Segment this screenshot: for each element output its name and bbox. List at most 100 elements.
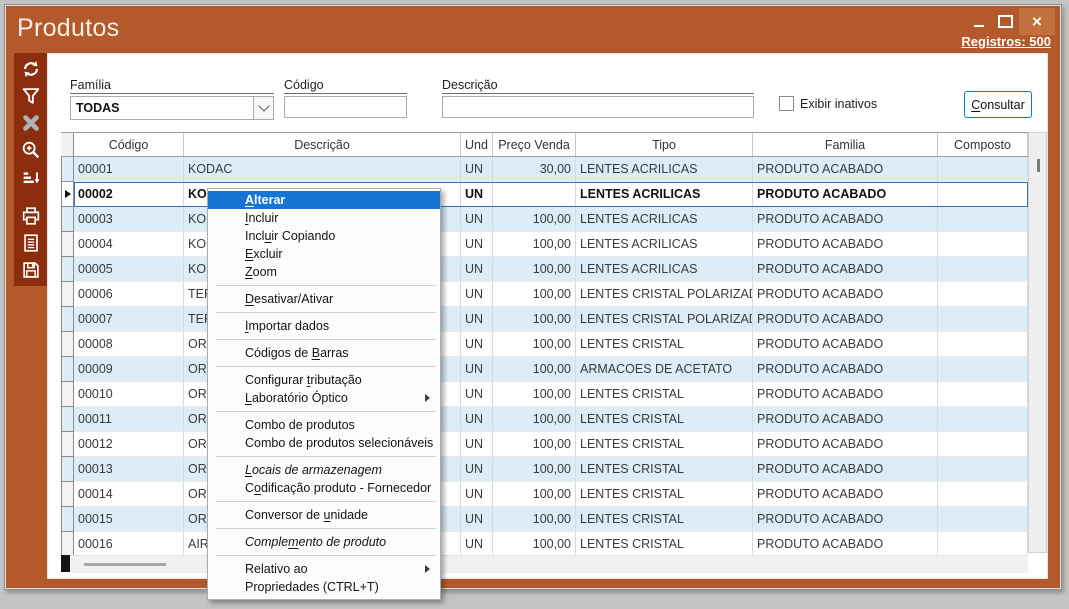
menu-item-excluir[interactable]: Excluir bbox=[208, 245, 440, 263]
cell-preco-venda[interactable]: 100,00 bbox=[493, 407, 576, 432]
row-selector-cell[interactable] bbox=[61, 332, 74, 357]
cell-codigo[interactable]: 00016 bbox=[74, 532, 184, 557]
menu-item-alterar[interactable]: Alterar bbox=[208, 191, 440, 209]
column-header-preco[interactable]: Preço Venda bbox=[493, 133, 576, 156]
column-header-composto[interactable]: Composto bbox=[938, 133, 1028, 156]
cell-familia[interactable]: PRODUTO ACABADO bbox=[753, 282, 938, 307]
cell-preco-venda[interactable]: 100,00 bbox=[493, 307, 576, 332]
cell-familia[interactable]: PRODUTO ACABADO bbox=[753, 482, 938, 507]
cell-und[interactable]: UN bbox=[461, 157, 493, 182]
cell-codigo[interactable]: 00007 bbox=[74, 307, 184, 332]
menu-item-zoom[interactable]: Zoom bbox=[208, 263, 440, 281]
cell-tipo[interactable]: LENTES CRISTAL bbox=[576, 457, 753, 482]
cell-und[interactable]: UN bbox=[461, 282, 493, 307]
cell-und[interactable]: UN bbox=[461, 432, 493, 457]
row-selector-cell[interactable] bbox=[61, 432, 74, 457]
cell-composto[interactable] bbox=[938, 182, 1028, 207]
menu-item-complemento-de-produto[interactable]: Complemento de produto bbox=[208, 533, 440, 551]
cell-preco-venda[interactable]: 100,00 bbox=[493, 282, 576, 307]
cell-composto[interactable] bbox=[938, 357, 1028, 382]
cell-codigo[interactable]: 00004 bbox=[74, 232, 184, 257]
cell-tipo[interactable]: LENTES CRISTAL POLARIZADAS bbox=[576, 282, 753, 307]
cell-codigo[interactable]: 00013 bbox=[74, 457, 184, 482]
cell-codigo[interactable]: 00012 bbox=[74, 432, 184, 457]
cell-und[interactable]: UN bbox=[461, 507, 493, 532]
cell-composto[interactable] bbox=[938, 307, 1028, 332]
cell-composto[interactable] bbox=[938, 432, 1028, 457]
menu-item-incluir-copiando[interactable]: Incluir Copiando bbox=[208, 227, 440, 245]
cell-und[interactable]: UN bbox=[461, 407, 493, 432]
cell-und[interactable]: UN bbox=[461, 532, 493, 557]
row-selector-cell[interactable] bbox=[61, 282, 74, 307]
cell-preco-venda[interactable]: 100,00 bbox=[493, 457, 576, 482]
cell-preco-venda[interactable]: 100,00 bbox=[493, 357, 576, 382]
cell-familia[interactable]: PRODUTO ACABADO bbox=[753, 457, 938, 482]
save-button[interactable] bbox=[18, 257, 44, 282]
horizontal-scrollbar-thumb[interactable] bbox=[84, 563, 166, 566]
cell-tipo[interactable]: LENTES CRISTAL bbox=[576, 432, 753, 457]
cell-preco-venda[interactable]: 100,00 bbox=[493, 257, 576, 282]
menu-item-incluir[interactable]: Incluir bbox=[208, 209, 440, 227]
cell-preco-venda[interactable]: 30,00 bbox=[493, 157, 576, 182]
print-button[interactable] bbox=[18, 203, 44, 228]
menu-item-codifica-o-produto-fornecedor[interactable]: Codificação produto - Fornecedor bbox=[208, 479, 440, 497]
cell-familia[interactable]: PRODUTO ACABADO bbox=[753, 382, 938, 407]
cell-composto[interactable] bbox=[938, 507, 1028, 532]
column-header-familia[interactable]: Familia bbox=[753, 133, 938, 156]
table-row[interactable]: 00001 KODAC UN 30,00 LENTES ACRILICAS PR… bbox=[61, 157, 1028, 182]
maximize-button[interactable] bbox=[992, 8, 1019, 35]
cell-und[interactable]: UN bbox=[461, 232, 493, 257]
cell-familia[interactable]: PRODUTO ACABADO bbox=[753, 157, 938, 182]
cell-tipo[interactable]: LENTES ACRILICAS bbox=[576, 232, 753, 257]
row-selector-cell[interactable] bbox=[61, 457, 74, 482]
cell-composto[interactable] bbox=[938, 157, 1028, 182]
column-header-descricao[interactable]: Descrição bbox=[184, 133, 461, 156]
menu-item-propriedades-ctrl-t[interactable]: Propriedades (CTRL+T) bbox=[208, 578, 440, 596]
cell-tipo[interactable]: LENTES CRISTAL bbox=[576, 382, 753, 407]
cell-tipo[interactable]: LENTES ACRILICAS bbox=[576, 157, 753, 182]
cell-und[interactable]: UN bbox=[461, 182, 493, 207]
menu-item-combo-de-produtos-selecion-veis[interactable]: Combo de produtos selecionáveis bbox=[208, 434, 440, 452]
menu-item-c-digos-de-barras[interactable]: Códigos de Barras bbox=[208, 344, 440, 362]
exibir-inativos-checkbox[interactable] bbox=[779, 96, 794, 111]
cell-und[interactable]: UN bbox=[461, 307, 493, 332]
clear-filter-button[interactable] bbox=[18, 110, 44, 135]
cell-und[interactable]: UN bbox=[461, 257, 493, 282]
cell-codigo[interactable]: 00014 bbox=[74, 482, 184, 507]
cell-und[interactable]: UN bbox=[461, 332, 493, 357]
cell-composto[interactable] bbox=[938, 457, 1028, 482]
cell-familia[interactable]: PRODUTO ACABADO bbox=[753, 232, 938, 257]
menu-item-conversor-de-unidade[interactable]: Conversor de unidade bbox=[208, 506, 440, 524]
menu-item-importar-dados[interactable]: Importar dados bbox=[208, 317, 440, 335]
row-selector-cell[interactable] bbox=[61, 507, 74, 532]
cell-preco-venda[interactable]: 100,00 bbox=[493, 232, 576, 257]
cell-descricao[interactable]: KODAC bbox=[184, 157, 461, 182]
row-selector-cell[interactable] bbox=[61, 157, 74, 182]
row-selector-cell[interactable] bbox=[61, 357, 74, 382]
cell-tipo[interactable]: LENTES CRISTAL bbox=[576, 332, 753, 357]
cell-preco-venda[interactable] bbox=[493, 182, 576, 207]
menu-item-configurar-tributa-o[interactable]: Configurar tributação bbox=[208, 371, 440, 389]
vertical-scrollbar-thumb[interactable] bbox=[1037, 159, 1040, 172]
cell-composto[interactable] bbox=[938, 232, 1028, 257]
cell-familia[interactable]: PRODUTO ACABADO bbox=[753, 207, 938, 232]
cell-preco-venda[interactable]: 100,00 bbox=[493, 207, 576, 232]
column-header-codigo[interactable]: Código bbox=[74, 133, 184, 156]
cell-composto[interactable] bbox=[938, 532, 1028, 557]
title-bar[interactable]: Produtos × Registros: 500 bbox=[5, 5, 1061, 53]
familia-dropdown[interactable]: TODAS bbox=[70, 96, 274, 120]
cell-codigo[interactable]: 00003 bbox=[74, 207, 184, 232]
cell-tipo[interactable]: LENTES CRISTAL bbox=[576, 407, 753, 432]
menu-item-laborat-rio-ptico[interactable]: Laboratório Óptico bbox=[208, 389, 440, 407]
cell-preco-venda[interactable]: 100,00 bbox=[493, 482, 576, 507]
cell-tipo[interactable]: LENTES ACRILICAS bbox=[576, 257, 753, 282]
cell-und[interactable]: UN bbox=[461, 482, 493, 507]
cell-preco-venda[interactable]: 100,00 bbox=[493, 507, 576, 532]
cell-tipo[interactable]: LENTES CRISTAL bbox=[576, 507, 753, 532]
cell-codigo[interactable]: 00005 bbox=[74, 257, 184, 282]
consultar-button[interactable]: Consultar bbox=[964, 91, 1032, 118]
cell-familia[interactable]: PRODUTO ACABADO bbox=[753, 357, 938, 382]
cell-codigo[interactable]: 00002 bbox=[74, 182, 184, 207]
cell-codigo[interactable]: 00006 bbox=[74, 282, 184, 307]
cell-preco-venda[interactable]: 100,00 bbox=[493, 532, 576, 557]
